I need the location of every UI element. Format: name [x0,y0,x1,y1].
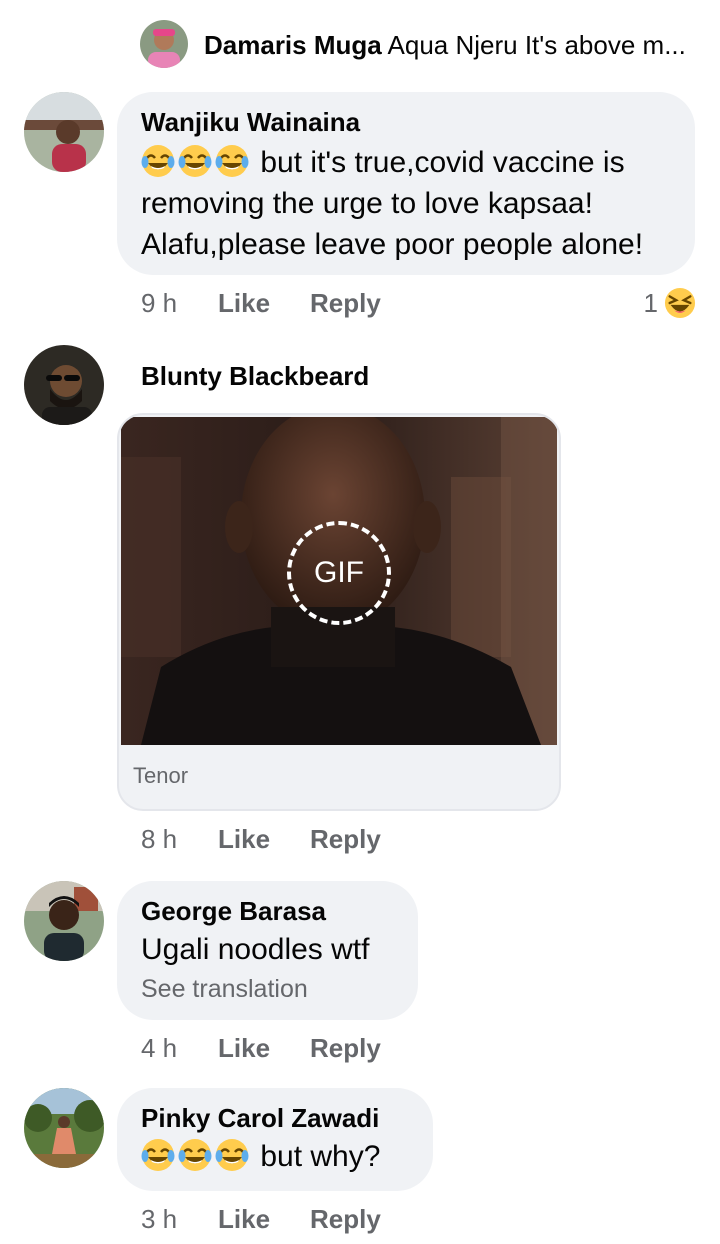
tears-of-joy-emoji-icon [141,144,175,178]
gif-image[interactable]: GIF [121,417,557,745]
tears-of-joy-emoji-icon [215,1138,249,1172]
comment-text-line-1: but it's true,covid vaccine is [260,146,625,179]
comment-timestamp: 4 h [141,1033,178,1063]
like-button[interactable]: Like [218,1031,310,1065]
comment-timestamp: 3 h [141,1204,178,1234]
comment-bubble-wanjiku[interactable]: Wanjiku Wainaina but it's true,covid vac… [117,92,695,275]
reply-preview-author[interactable]: Damaris Muga [204,30,382,60]
like-button[interactable]: Like [218,286,310,320]
comment-text: but why? [141,1136,409,1177]
comment-timestamp: 8 h [141,824,178,854]
comment-text-body: but why? [260,1140,381,1173]
gif-play-badge[interactable]: GIF [287,521,391,625]
avatar-wanjiku-wainaina[interactable] [24,92,104,172]
like-button[interactable]: Like [218,1202,310,1236]
comment-actions: 8 h Like Reply [141,822,381,856]
comment-author[interactable]: Pinky Carol Zawadi [141,1102,409,1134]
gif-attachment[interactable]: GIF Tenor [117,413,561,811]
comment-timestamp: 9 h [141,288,178,318]
reaction-summary[interactable]: 1 [644,286,696,320]
tears-of-joy-emoji-icon [178,1138,212,1172]
comment-text: Ugali noodles wtf [141,933,370,966]
reply-preview-text[interactable]: Aqua Njeru It's above m... [388,30,686,60]
avatar-blunty-blackbeard[interactable] [24,345,104,425]
avatar-damaris-muga[interactable] [140,20,188,68]
reply-button[interactable]: Reply [310,286,381,320]
avatar-george-barasa[interactable] [24,881,104,961]
comment-text-line-3: Alafu,please leave poor people alone! [141,228,644,261]
avatar-pinky-carol-zawadi[interactable] [24,1088,104,1168]
reply-button[interactable]: Reply [310,1202,381,1236]
comment-actions: 4 h Like Reply [141,1031,381,1065]
comment-bubble-pinky[interactable]: Pinky Carol Zawadi but why? [117,1088,433,1191]
tears-of-joy-emoji-icon [141,1138,175,1172]
tears-of-joy-emoji-icon [215,144,249,178]
tears-of-joy-emoji-icon [178,144,212,178]
reaction-count: 1 [643,288,658,318]
like-button[interactable]: Like [218,822,310,856]
gif-source-label: Tenor [133,763,189,788]
comment-author[interactable]: Blunty Blackbeard [141,360,369,392]
comment-author[interactable]: George Barasa [141,895,394,927]
comment-actions: 3 h Like Reply [141,1202,381,1236]
comment-bubble-george[interactable]: George Barasa Ugali noodles wtf See tran… [117,881,418,1020]
comment-text: but it's true,covid vaccine is removing … [141,142,671,265]
comment-actions: 9 h Like Reply [141,286,381,320]
see-translation-link[interactable]: See translation [141,972,394,1006]
reply-button[interactable]: Reply [310,1031,381,1065]
reply-button[interactable]: Reply [310,822,381,856]
comment-text-line-2: removing the urge to love kapsaa! [141,187,593,220]
comment-author[interactable]: Wanjiku Wainaina [141,106,671,138]
laughing-squint-emoji-icon [664,287,696,319]
